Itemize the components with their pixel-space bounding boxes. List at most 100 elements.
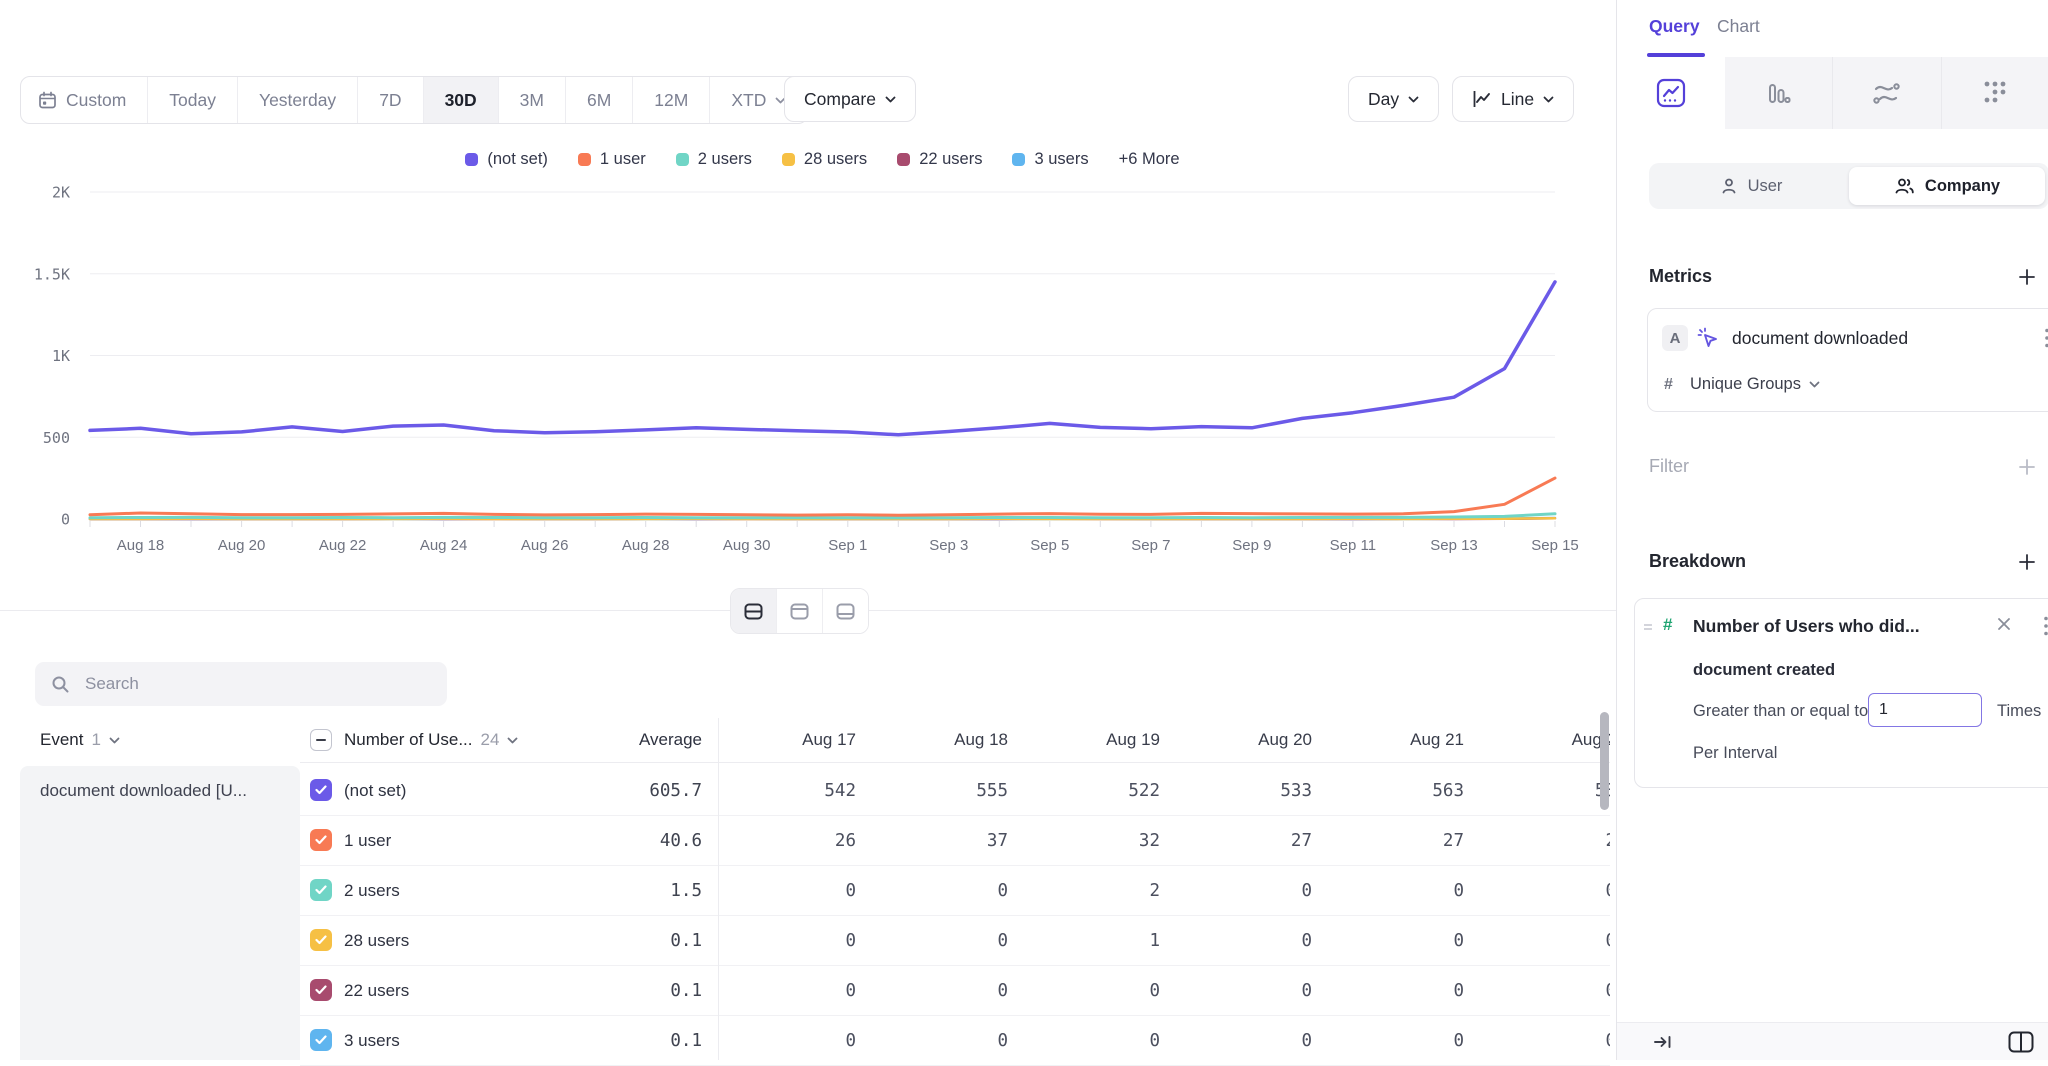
series-column-dropdown[interactable]: Number of Use... 24 bbox=[344, 718, 518, 762]
measure-dropdown[interactable]: Unique Groups bbox=[1690, 375, 1820, 394]
metric-event-name[interactable]: document downloaded bbox=[1732, 328, 1908, 349]
collapse-panel-button[interactable] bbox=[1653, 1033, 1673, 1051]
legend-item[interactable]: 3 users bbox=[1012, 150, 1088, 169]
chart-type-more-tab[interactable] bbox=[1941, 57, 2048, 129]
series-line bbox=[90, 478, 1555, 515]
range-7d-button[interactable]: 7D bbox=[357, 77, 422, 123]
date-column-header: Aug 18 bbox=[870, 718, 1022, 762]
layout-split-button[interactable] bbox=[731, 589, 776, 633]
series-column-label: Number of Use... bbox=[344, 730, 473, 750]
panel-tabs: Query Chart bbox=[1617, 0, 2048, 58]
toggle-side-panel-button[interactable] bbox=[2008, 1031, 2034, 1053]
breakdown-condition-label[interactable]: Greater than or equal to bbox=[1693, 702, 1868, 721]
breakdown-value-input[interactable] bbox=[1868, 693, 1982, 727]
tab-chart[interactable]: Chart bbox=[1717, 16, 1760, 37]
check-icon bbox=[315, 1035, 327, 1045]
cell-value: 32 bbox=[1022, 816, 1174, 865]
cell-value: 2 bbox=[1022, 866, 1174, 915]
scope-user-option[interactable]: User bbox=[1653, 167, 1849, 205]
chart-type-bar-tab[interactable] bbox=[1725, 57, 1833, 129]
table-row: 22 users0.1000000 bbox=[300, 966, 1610, 1016]
series-checkbox[interactable] bbox=[310, 979, 332, 1001]
range-3m-button[interactable]: 3M bbox=[498, 77, 565, 123]
y-axis-label: 500 bbox=[43, 429, 70, 447]
series-checkbox[interactable] bbox=[310, 779, 332, 801]
legend-more-button[interactable]: +6 More bbox=[1119, 150, 1180, 169]
legend-swatch bbox=[782, 153, 795, 166]
cell-value: 0 bbox=[870, 916, 1022, 965]
date-values: 000000 bbox=[718, 1016, 1610, 1065]
series-checkbox[interactable] bbox=[310, 879, 332, 901]
range-label: 7D bbox=[379, 90, 401, 111]
legend-item[interactable]: 22 users bbox=[897, 150, 982, 169]
x-axis-label: Sep 1 bbox=[828, 537, 867, 554]
legend-item[interactable]: (not set) bbox=[465, 150, 548, 169]
breakdown-interval-label[interactable]: Per Interval bbox=[1693, 744, 1777, 763]
table-row: 3 users0.1000000 bbox=[300, 1016, 1610, 1066]
layout-chart-only-button[interactable] bbox=[776, 589, 822, 633]
event-column-dropdown[interactable]: Event 1 bbox=[40, 718, 120, 762]
metric-options-button[interactable] bbox=[2044, 327, 2048, 354]
chart-type-line-tab[interactable] bbox=[1617, 57, 1725, 129]
date-column-header: Aug 19 bbox=[1022, 718, 1174, 762]
series-label: 3 users bbox=[344, 1016, 400, 1065]
series-checkbox[interactable] bbox=[310, 1029, 332, 1051]
search-input[interactable] bbox=[83, 673, 431, 695]
range-30d-button[interactable]: 30D bbox=[423, 77, 498, 123]
metrics-heading: Metrics bbox=[1649, 266, 1712, 287]
event-row[interactable]: document downloaded [U... bbox=[20, 766, 300, 1060]
chart-type-flow-tab[interactable] bbox=[1832, 57, 1941, 129]
breakdown-options-button[interactable] bbox=[2043, 615, 2048, 642]
add-filter-button[interactable] bbox=[2018, 458, 2036, 476]
scope-company-option[interactable]: Company bbox=[1849, 167, 2045, 205]
cell-value: 2 bbox=[1478, 816, 1610, 865]
cell-value: 0 bbox=[1326, 916, 1478, 965]
series-label: 1 user bbox=[344, 816, 391, 865]
legend-label: (not set) bbox=[487, 150, 548, 169]
compare-button[interactable]: Compare bbox=[784, 76, 916, 122]
legend-item[interactable]: 2 users bbox=[676, 150, 752, 169]
chevron-down-icon bbox=[885, 96, 896, 103]
series-checkbox[interactable] bbox=[310, 829, 332, 851]
date-values: 001000 bbox=[718, 916, 1610, 965]
select-all-checkbox[interactable] bbox=[310, 729, 332, 751]
range-label: Today bbox=[169, 90, 216, 111]
legend-item[interactable]: 1 user bbox=[578, 150, 646, 169]
table-header: Number of Use... 24 Average Aug 17Aug 18… bbox=[300, 718, 1610, 763]
legend-label: 3 users bbox=[1034, 150, 1088, 169]
remove-breakdown-button[interactable] bbox=[1997, 617, 2011, 636]
chart-type-button[interactable]: Line bbox=[1452, 76, 1574, 122]
chevron-down-icon bbox=[1809, 381, 1820, 388]
cell-value: 53 bbox=[1478, 766, 1610, 815]
layout-table-only-button[interactable] bbox=[822, 589, 868, 633]
date-values: 000000 bbox=[718, 966, 1610, 1015]
legend-item[interactable]: 28 users bbox=[782, 150, 867, 169]
add-breakdown-button[interactable] bbox=[2018, 553, 2036, 571]
breakdown-event-name[interactable]: document created bbox=[1693, 661, 1835, 680]
chart-type-label: Line bbox=[1501, 89, 1534, 110]
cell-value: 1 bbox=[1022, 916, 1174, 965]
add-metric-button[interactable] bbox=[2018, 268, 2036, 286]
drag-handle-icon[interactable] bbox=[1642, 620, 1654, 638]
breakdown-title[interactable]: Number of Users who did... bbox=[1693, 616, 1920, 637]
range-yesterday-button[interactable]: Yesterday bbox=[237, 77, 357, 123]
cell-value: 533 bbox=[1174, 766, 1326, 815]
breakdown-section-header: Breakdown bbox=[1649, 551, 2036, 572]
granularity-button[interactable]: Day bbox=[1348, 76, 1439, 122]
plus-icon bbox=[2018, 268, 2036, 286]
cell-value: 27 bbox=[1174, 816, 1326, 865]
range-12m-button[interactable]: 12M bbox=[632, 77, 709, 123]
legend-label: 28 users bbox=[804, 150, 867, 169]
tab-query[interactable]: Query bbox=[1649, 16, 1700, 37]
series-checkbox[interactable] bbox=[310, 929, 332, 951]
range-6m-button[interactable]: 6M bbox=[565, 77, 632, 123]
range-label: Custom bbox=[66, 90, 126, 111]
range-custom-button[interactable]: Custom bbox=[21, 77, 147, 123]
cell-value: 563 bbox=[1326, 766, 1478, 815]
range-today-button[interactable]: Today bbox=[147, 77, 237, 123]
column-divider bbox=[718, 718, 719, 1060]
date-column-header: Aug 21 bbox=[1326, 718, 1478, 762]
table-scrollbar[interactable] bbox=[1600, 712, 1609, 810]
x-axis-label: Sep 3 bbox=[929, 537, 968, 554]
series-label: 22 users bbox=[344, 966, 409, 1015]
